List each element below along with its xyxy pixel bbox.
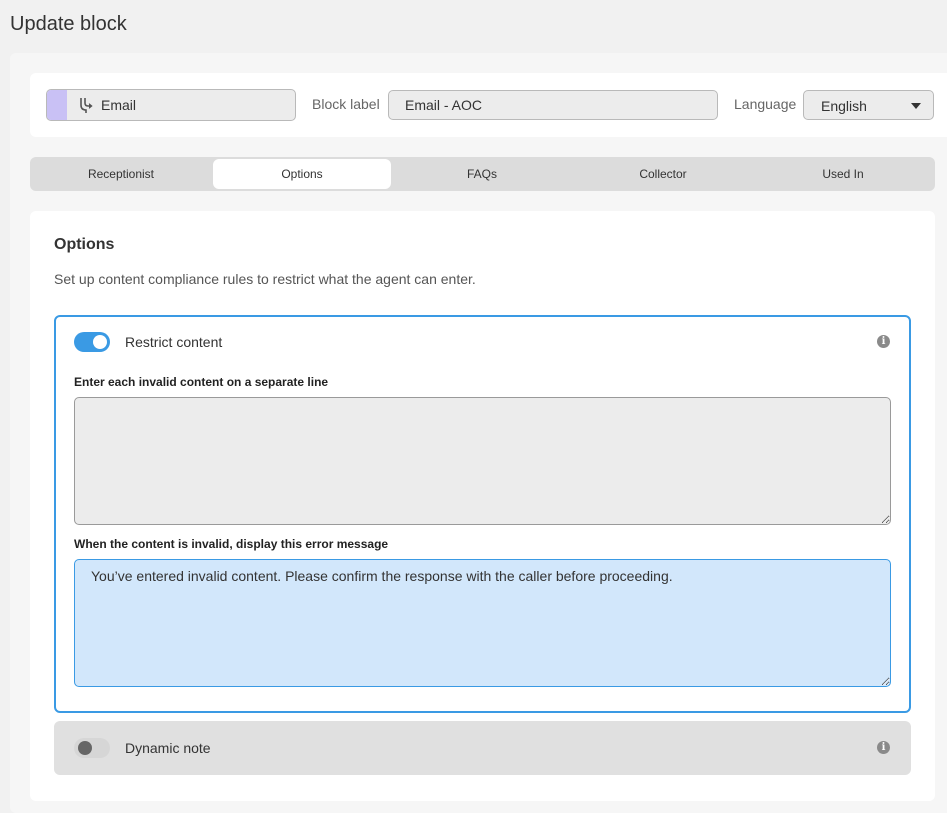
tab-faqs[interactable]: FAQs	[393, 159, 571, 189]
block-type-label: Email	[101, 97, 137, 113]
toggle-knob	[93, 335, 107, 349]
options-title: Options	[54, 236, 115, 253]
error-message-textarea[interactable]: You’ve entered invalid content. Please c…	[74, 559, 891, 687]
tab-receptionist[interactable]: Receptionist	[32, 159, 210, 189]
tab-collector[interactable]: Collector	[574, 159, 752, 189]
restrict-content-toggle[interactable]	[74, 332, 110, 352]
info-icon[interactable]: i	[877, 741, 890, 754]
page-title: Update block	[10, 13, 127, 35]
toggle-knob	[78, 741, 92, 755]
block-label-caption: Block label	[312, 96, 380, 112]
info-icon[interactable]: i	[877, 335, 890, 348]
options-description: Set up content compliance rules to restr…	[54, 271, 476, 287]
block-type-chip: Email	[46, 89, 296, 121]
language-selected-value: English	[821, 98, 867, 114]
block-type-color-swatch	[47, 90, 67, 120]
dynamic-note-toggle[interactable]	[74, 738, 110, 758]
invalid-content-label: Enter each invalid content on a separate…	[74, 375, 329, 389]
routing-fork-icon	[80, 98, 93, 113]
tab-used-in[interactable]: Used In	[754, 159, 932, 189]
chevron-down-icon	[911, 103, 921, 109]
tab-bar: Receptionist Options FAQs Collector Used…	[30, 157, 935, 191]
invalid-content-textarea[interactable]	[74, 397, 891, 525]
error-message-label: When the content is invalid, display thi…	[74, 537, 389, 551]
language-caption: Language	[734, 96, 797, 112]
dynamic-note-label: Dynamic note	[125, 740, 211, 756]
restrict-content-label: Restrict content	[125, 334, 223, 350]
language-select[interactable]: English	[803, 90, 934, 120]
block-label-input[interactable]	[388, 90, 718, 120]
tab-options[interactable]: Options	[213, 159, 391, 189]
